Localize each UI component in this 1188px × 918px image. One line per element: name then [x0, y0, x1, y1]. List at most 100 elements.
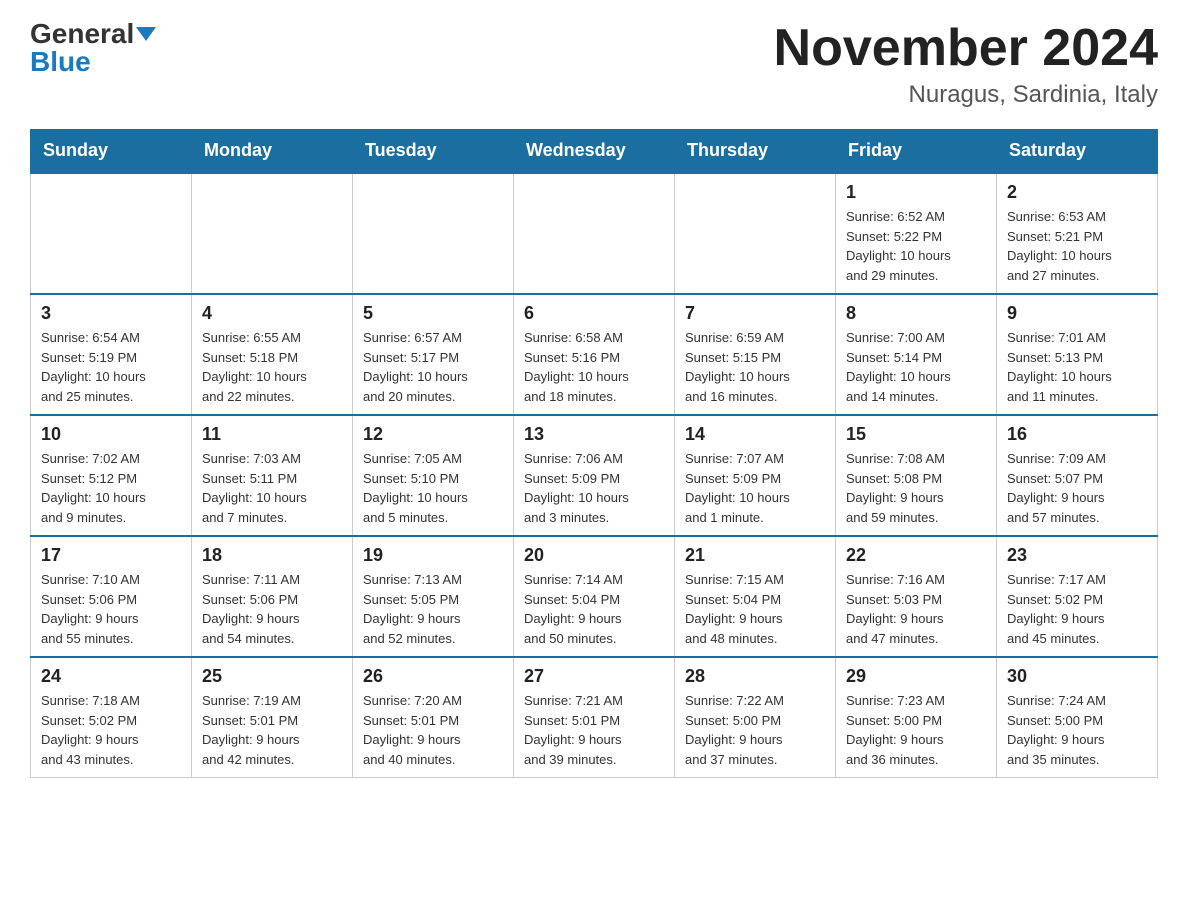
day-number: 4	[202, 303, 342, 324]
day-info: Sunrise: 7:02 AM Sunset: 5:12 PM Dayligh…	[41, 449, 181, 527]
month-title: November 2024	[774, 20, 1158, 77]
day-number: 23	[1007, 545, 1147, 566]
calendar-cell: 2Sunrise: 6:53 AM Sunset: 5:21 PM Daylig…	[997, 173, 1158, 295]
day-number: 11	[202, 424, 342, 445]
title-section: November 2024 Nuragus, Sardinia, Italy	[774, 20, 1158, 109]
day-info: Sunrise: 7:11 AM Sunset: 5:06 PM Dayligh…	[202, 570, 342, 648]
calendar-cell: 30Sunrise: 7:24 AM Sunset: 5:00 PM Dayli…	[997, 657, 1158, 778]
calendar-cell	[31, 173, 192, 295]
day-number: 19	[363, 545, 503, 566]
calendar-cell: 14 Sunrise: 7:07 AM Sunset: 5:09 PM Dayli…	[675, 415, 836, 536]
day-info: Sunrise: 7:06 AM Sunset: 5:09 PM Dayligh…	[524, 449, 664, 527]
day-number: 24	[41, 666, 181, 687]
day-info: Sunrise: 6:57 AM Sunset: 5:17 PM Dayligh…	[363, 328, 503, 406]
day-info: Sunrise: 7:23 AM Sunset: 5:00 PM Dayligh…	[846, 691, 986, 769]
day-number: 18	[202, 545, 342, 566]
calendar-header-friday: Friday	[836, 130, 997, 173]
calendar-header-row: SundayMondayTuesdayWednesdayThursdayFrid…	[31, 130, 1158, 173]
calendar-cell: 21 Sunrise: 7:15 AM Sunset: 5:04 PM Dayli…	[675, 536, 836, 657]
calendar-cell: 15 Sunrise: 7:08 AM Sunset: 5:08 PM Dayli…	[836, 415, 997, 536]
day-number: 13	[524, 424, 664, 445]
day-info: Sunrise: 7:07 AM Sunset: 5:09 PM Dayligh…	[685, 449, 825, 527]
day-info: Sunrise: 6:58 AM Sunset: 5:16 PM Dayligh…	[524, 328, 664, 406]
calendar-cell: 16 Sunrise: 7:09 AM Sunset: 5:07 PM Dayli…	[997, 415, 1158, 536]
calendar-cell: 29 Sunrise: 7:23 AM Sunset: 5:00 PM Dayli…	[836, 657, 997, 778]
day-info: Sunrise: 7:14 AM Sunset: 5:04 PM Dayligh…	[524, 570, 664, 648]
calendar-header-wednesday: Wednesday	[514, 130, 675, 173]
day-info: Sunrise: 7:13 AM Sunset: 5:05 PM Dayligh…	[363, 570, 503, 648]
calendar-cell	[192, 173, 353, 295]
day-number: 21	[685, 545, 825, 566]
day-number: 27	[524, 666, 664, 687]
logo: General Blue	[30, 20, 156, 76]
calendar-cell	[675, 173, 836, 295]
day-info: Sunrise: 7:10 AM Sunset: 5:06 PM Dayligh…	[41, 570, 181, 648]
day-info: Sunrise: 7:03 AM Sunset: 5:11 PM Dayligh…	[202, 449, 342, 527]
calendar-header-monday: Monday	[192, 130, 353, 173]
day-number: 9	[1007, 303, 1147, 324]
day-number: 16	[1007, 424, 1147, 445]
day-number: 8	[846, 303, 986, 324]
calendar-cell: 12 Sunrise: 7:05 AM Sunset: 5:10 PM Dayli…	[353, 415, 514, 536]
calendar-table: SundayMondayTuesdayWednesdayThursdayFrid…	[30, 129, 1158, 778]
logo-general: General	[30, 20, 134, 48]
day-number: 30	[1007, 666, 1147, 687]
day-info: Sunrise: 6:52 AM Sunset: 5:22 PM Dayligh…	[846, 207, 986, 285]
calendar-cell: 18 Sunrise: 7:11 AM Sunset: 5:06 PM Dayli…	[192, 536, 353, 657]
day-number: 22	[846, 545, 986, 566]
calendar-header-tuesday: Tuesday	[353, 130, 514, 173]
day-info: Sunrise: 6:55 AM Sunset: 5:18 PM Dayligh…	[202, 328, 342, 406]
day-number: 26	[363, 666, 503, 687]
calendar-week-row: 24Sunrise: 7:18 AM Sunset: 5:02 PM Dayli…	[31, 657, 1158, 778]
day-number: 12	[363, 424, 503, 445]
calendar-header-saturday: Saturday	[997, 130, 1158, 173]
calendar-cell: 7 Sunrise: 6:59 AM Sunset: 5:15 PM Daylig…	[675, 294, 836, 415]
calendar-cell	[353, 173, 514, 295]
calendar-cell: 26Sunrise: 7:20 AM Sunset: 5:01 PM Dayli…	[353, 657, 514, 778]
day-info: Sunrise: 7:05 AM Sunset: 5:10 PM Dayligh…	[363, 449, 503, 527]
day-number: 17	[41, 545, 181, 566]
day-info: Sunrise: 7:15 AM Sunset: 5:04 PM Dayligh…	[685, 570, 825, 648]
calendar-cell: 27Sunrise: 7:21 AM Sunset: 5:01 PM Dayli…	[514, 657, 675, 778]
calendar-cell: 1 Sunrise: 6:52 AM Sunset: 5:22 PM Daylig…	[836, 173, 997, 295]
calendar-cell: 19 Sunrise: 7:13 AM Sunset: 5:05 PM Dayli…	[353, 536, 514, 657]
day-info: Sunrise: 6:59 AM Sunset: 5:15 PM Dayligh…	[685, 328, 825, 406]
calendar-cell: 5 Sunrise: 6:57 AM Sunset: 5:17 PM Daylig…	[353, 294, 514, 415]
calendar-cell: 10Sunrise: 7:02 AM Sunset: 5:12 PM Dayli…	[31, 415, 192, 536]
calendar-header-sunday: Sunday	[31, 130, 192, 173]
day-number: 14	[685, 424, 825, 445]
calendar-cell: 28 Sunrise: 7:22 AM Sunset: 5:00 PM Dayli…	[675, 657, 836, 778]
location-title: Nuragus, Sardinia, Italy	[774, 81, 1158, 109]
day-info: Sunrise: 7:19 AM Sunset: 5:01 PM Dayligh…	[202, 691, 342, 769]
calendar-header-thursday: Thursday	[675, 130, 836, 173]
calendar-cell: 17 Sunrise: 7:10 AM Sunset: 5:06 PM Dayli…	[31, 536, 192, 657]
calendar-cell: 24Sunrise: 7:18 AM Sunset: 5:02 PM Dayli…	[31, 657, 192, 778]
day-number: 7	[685, 303, 825, 324]
day-info: Sunrise: 7:22 AM Sunset: 5:00 PM Dayligh…	[685, 691, 825, 769]
page-header: General Blue November 2024 Nuragus, Sard…	[30, 20, 1158, 109]
calendar-cell	[514, 173, 675, 295]
day-info: Sunrise: 7:09 AM Sunset: 5:07 PM Dayligh…	[1007, 449, 1147, 527]
day-number: 29	[846, 666, 986, 687]
day-info: Sunrise: 7:01 AM Sunset: 5:13 PM Dayligh…	[1007, 328, 1147, 406]
calendar-cell: 6Sunrise: 6:58 AM Sunset: 5:16 PM Daylig…	[514, 294, 675, 415]
calendar-cell: 3Sunrise: 6:54 AM Sunset: 5:19 PM Daylig…	[31, 294, 192, 415]
day-number: 5	[363, 303, 503, 324]
calendar-cell: 9 Sunrise: 7:01 AM Sunset: 5:13 PM Daylig…	[997, 294, 1158, 415]
calendar-cell: 4 Sunrise: 6:55 AM Sunset: 5:18 PM Daylig…	[192, 294, 353, 415]
day-number: 2	[1007, 182, 1147, 203]
day-number: 20	[524, 545, 664, 566]
calendar-cell: 25 Sunrise: 7:19 AM Sunset: 5:01 PM Dayli…	[192, 657, 353, 778]
day-info: Sunrise: 6:54 AM Sunset: 5:19 PM Dayligh…	[41, 328, 181, 406]
day-number: 15	[846, 424, 986, 445]
day-number: 1	[846, 182, 986, 203]
logo-triangle-icon	[136, 27, 156, 41]
day-info: Sunrise: 7:16 AM Sunset: 5:03 PM Dayligh…	[846, 570, 986, 648]
calendar-week-row: 1 Sunrise: 6:52 AM Sunset: 5:22 PM Daylig…	[31, 173, 1158, 295]
day-info: Sunrise: 7:08 AM Sunset: 5:08 PM Dayligh…	[846, 449, 986, 527]
day-number: 25	[202, 666, 342, 687]
calendar-cell: 22 Sunrise: 7:16 AM Sunset: 5:03 PM Dayli…	[836, 536, 997, 657]
day-number: 28	[685, 666, 825, 687]
logo-blue: Blue	[30, 48, 91, 76]
day-info: Sunrise: 7:00 AM Sunset: 5:14 PM Dayligh…	[846, 328, 986, 406]
